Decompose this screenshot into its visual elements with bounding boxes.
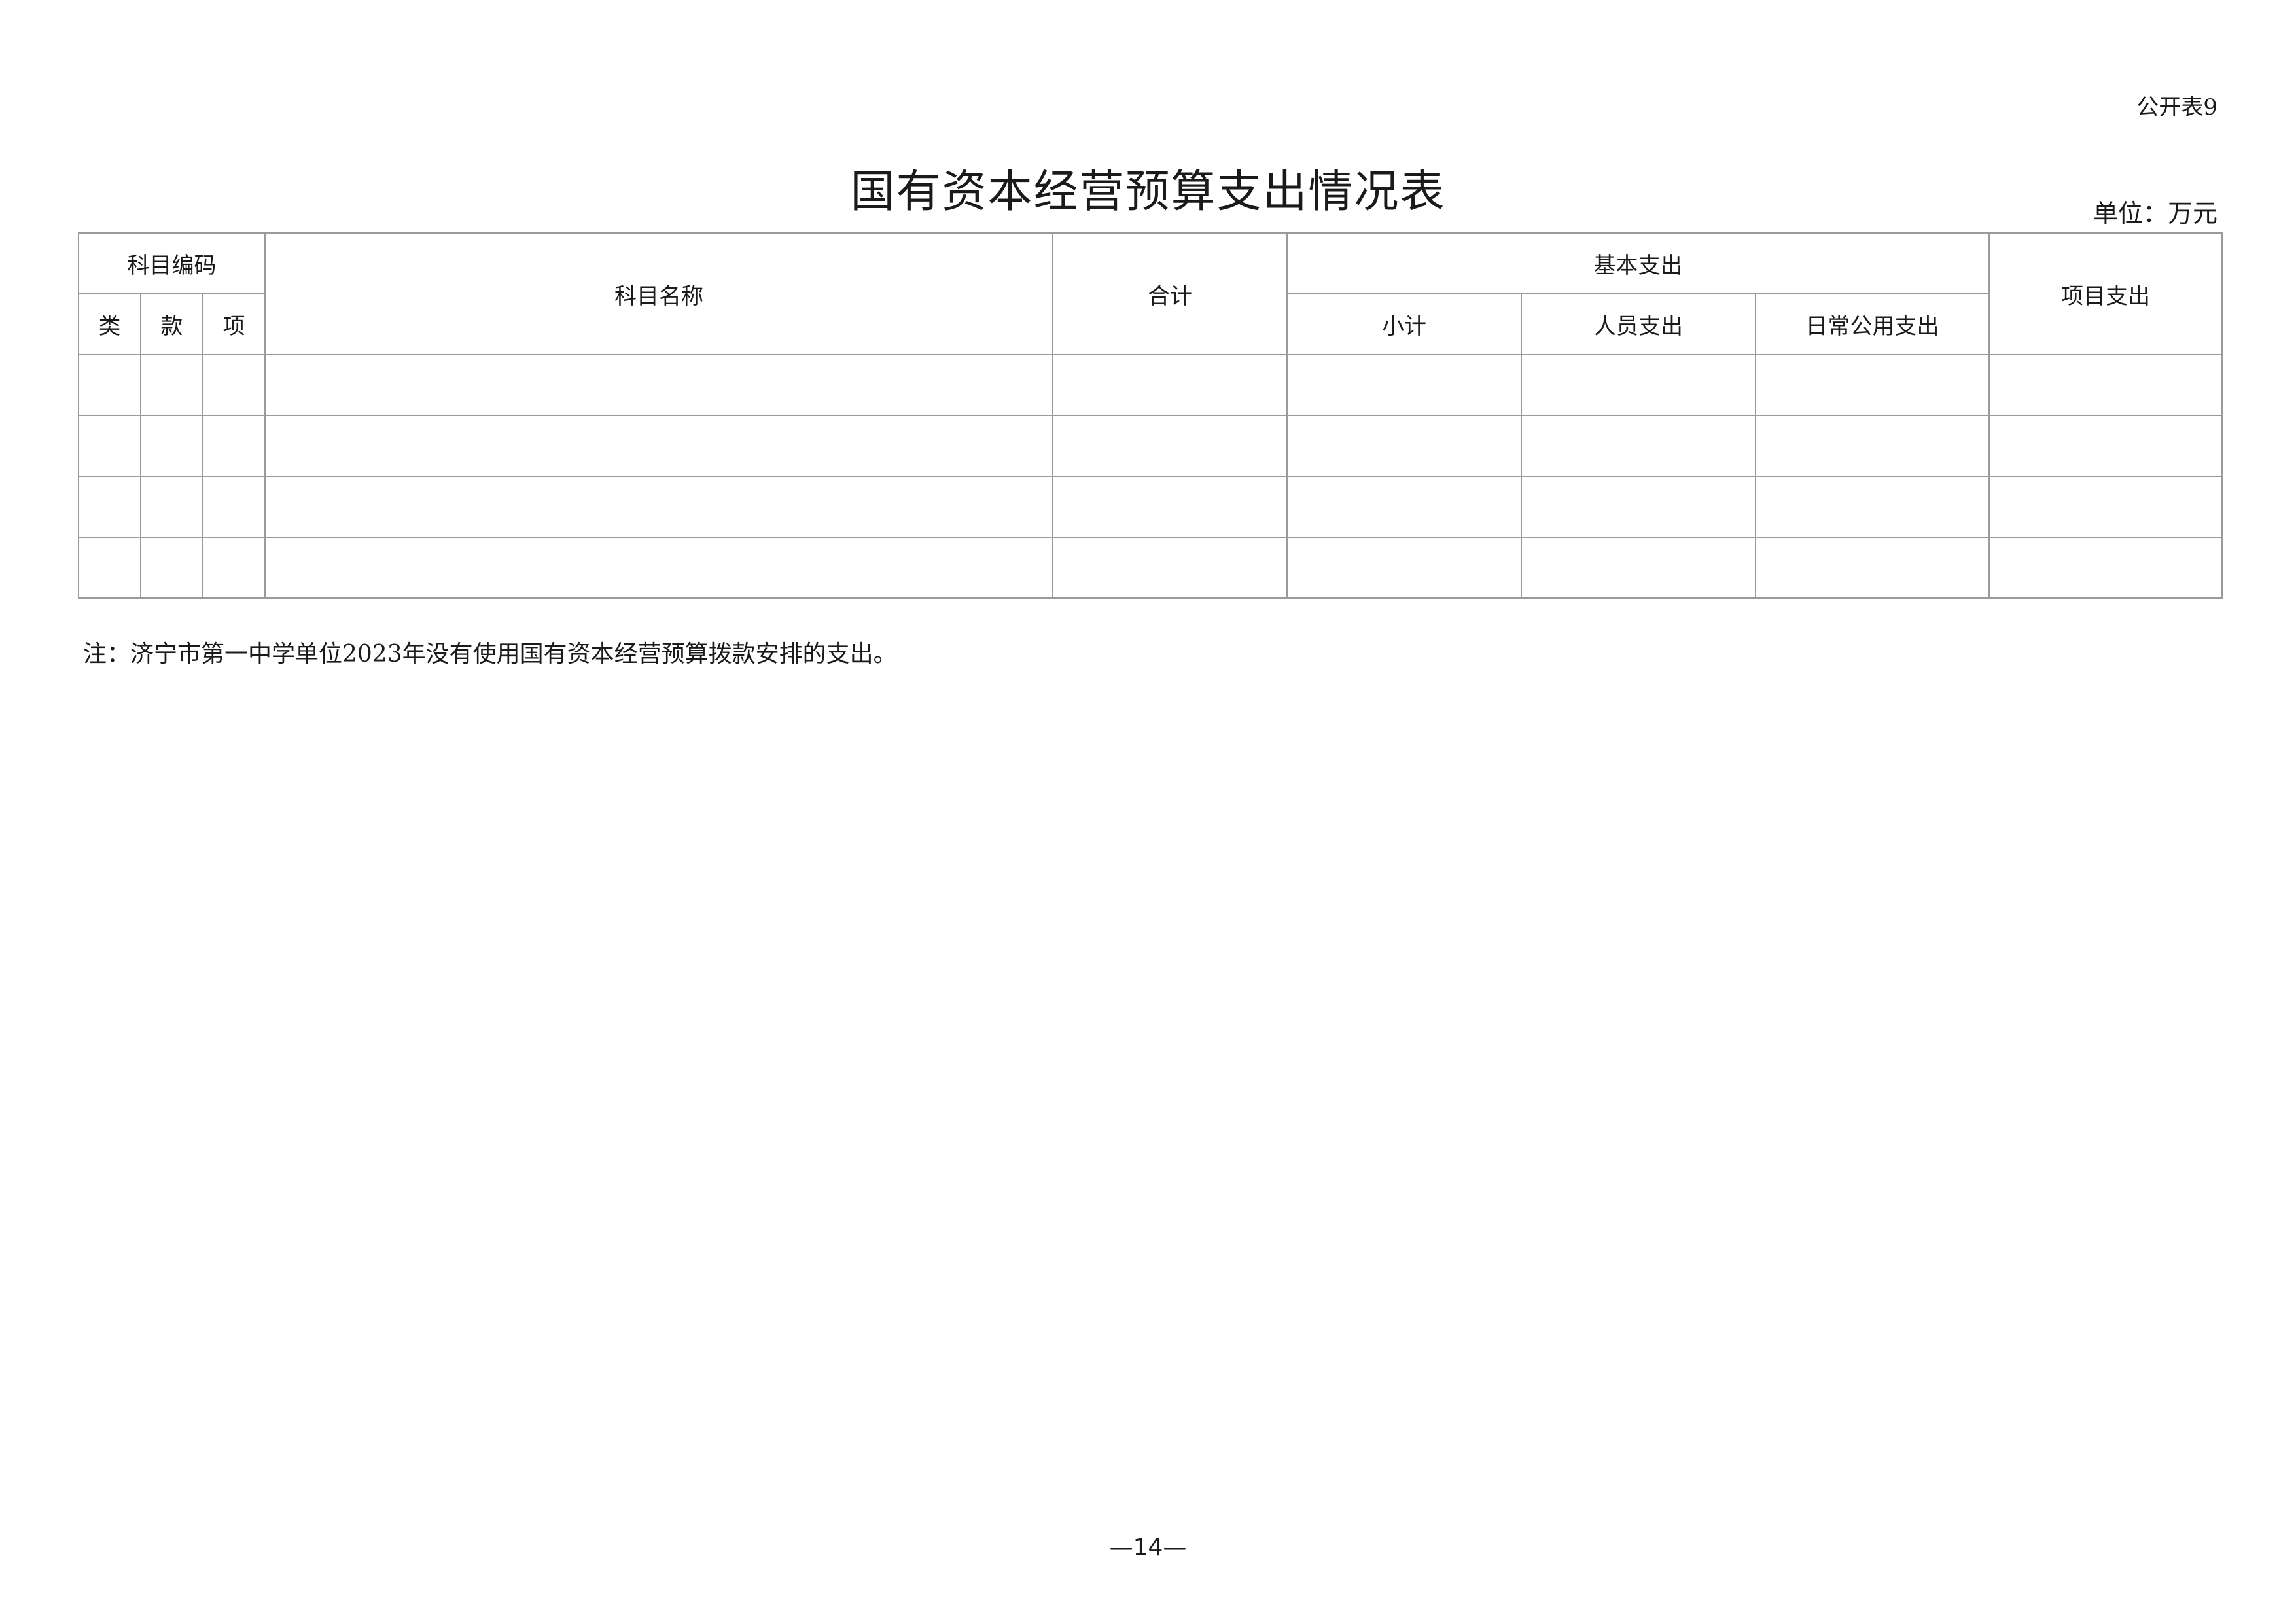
table-cell — [78, 354, 141, 416]
header-row-1: 科目编码 科目名称 合计 基本支出 项目支出 — [78, 232, 2223, 355]
table-cell — [264, 537, 1053, 599]
header-basic-expenditure: 基本支出 — [1286, 232, 1990, 294]
expenditure-table: 科目编码 科目名称 合计 基本支出 项目支出 类 款 项 小计 人员支出 日常公… — [78, 232, 2223, 599]
table-cell — [140, 354, 203, 416]
unit-label: 单位：万元 — [2093, 199, 2217, 228]
table-cell — [78, 476, 141, 538]
header-category: 类 — [78, 293, 141, 355]
table-cell — [1988, 537, 2223, 599]
table-row — [78, 537, 2223, 599]
table-row — [78, 476, 2223, 538]
table-cell — [1755, 537, 1990, 599]
table-cell — [140, 415, 203, 477]
table-cell — [1052, 415, 1288, 477]
table-cell — [1988, 415, 2223, 477]
table-cell — [202, 415, 266, 477]
header-total: 合计 — [1052, 232, 1288, 355]
table-cell — [1755, 476, 1990, 538]
header-personnel-expenditure: 人员支出 — [1521, 293, 1756, 355]
table-cell — [78, 415, 141, 477]
table-cell — [1052, 537, 1288, 599]
header-subject-code: 科目编码 — [78, 232, 266, 294]
table-cell — [78, 537, 141, 599]
table-cell — [1755, 354, 1990, 416]
table-cell — [202, 537, 266, 599]
table-cell — [1988, 476, 2223, 538]
table-cell — [1521, 476, 1756, 538]
table-cell — [1521, 537, 1756, 599]
header-subtotal: 小计 — [1286, 293, 1522, 355]
table-cell — [264, 354, 1053, 416]
form-number: 公开表9 — [2136, 94, 2217, 120]
table-cell — [1286, 476, 1522, 538]
header-section: 款 — [140, 293, 203, 355]
header-project-expenditure: 项目支出 — [1988, 232, 2223, 355]
table-cell — [1755, 415, 1990, 477]
table-cell — [1286, 537, 1522, 599]
table-cell — [1286, 415, 1522, 477]
table-row — [78, 354, 2223, 416]
table-cell — [1988, 354, 2223, 416]
table-cell — [202, 354, 266, 416]
table-cell — [1052, 354, 1288, 416]
table-row — [78, 415, 2223, 477]
page-number: —14— — [1109, 1534, 1187, 1561]
table-cell — [140, 476, 203, 538]
table-cell — [140, 537, 203, 599]
header-subject-name: 科目名称 — [264, 232, 1053, 355]
table-cell — [1521, 415, 1756, 477]
page-title: 国有资本经营预算支出情况表 — [850, 166, 1446, 218]
table-cell — [1286, 354, 1522, 416]
table-cell — [202, 476, 266, 538]
table-cell — [1052, 476, 1288, 538]
table-cell — [1521, 354, 1756, 416]
table-cell — [264, 476, 1053, 538]
table-cell — [264, 415, 1053, 477]
table-note: 注：济宁市第一中学单位2023年没有使用国有资本经营预算拨款安排的支出。 — [83, 641, 897, 668]
header-daily-public-expenditure: 日常公用支出 — [1755, 293, 1990, 355]
header-item: 项 — [202, 293, 266, 355]
